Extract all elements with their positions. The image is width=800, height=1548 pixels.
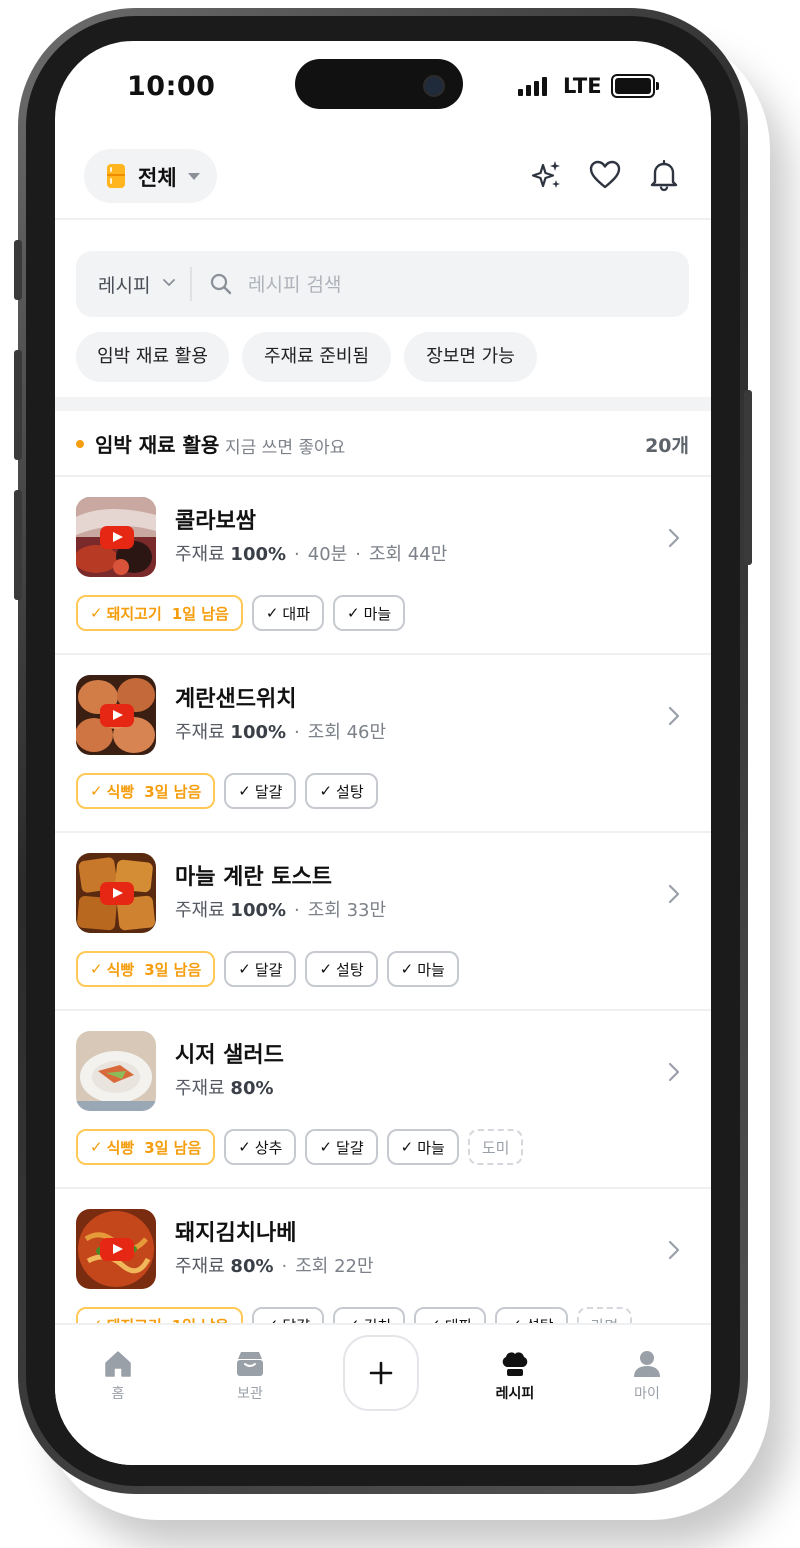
missing-ingredient-tag: 도미 (467, 1129, 524, 1165)
chevron-right-icon (668, 528, 680, 548)
recipe-name: 콜라보쌈 (175, 509, 256, 534)
chevron-right-icon (668, 706, 680, 726)
chef-hat-icon (502, 1352, 528, 1376)
tab-recipe[interactable]: 레시피 (475, 1349, 555, 1403)
recipe-thumbnail (76, 675, 156, 755)
recipe-card-2[interactable]: 계란샌드위치 주재료 100% · 조회 46만 ✓ 식빵 3일 남음 ✓ 달걀 ✓ 설탕 (55, 653, 711, 833)
ingredient-tag: ✓대파 (251, 595, 325, 631)
section-title: 임박 재료 활용 (95, 433, 220, 457)
search-icon (210, 273, 232, 295)
recipe-meta: 주재료 80% (175, 1078, 274, 1099)
sparkles-icon[interactable] (529, 157, 565, 193)
tab-bar: 홈 보관 레시피 마이 (55, 1323, 711, 1465)
youtube-play-icon (100, 704, 134, 727)
tab-my[interactable]: 마이 (607, 1349, 687, 1403)
recipe-thumbnail (76, 1209, 156, 1289)
ingredient-tag: ✓설탕 (305, 773, 378, 809)
expiring-tag: ✓ 식빵 3일 남음 (76, 773, 216, 809)
search-separator (190, 267, 192, 301)
chevron-right-icon (668, 884, 680, 904)
filter-chip-shopping[interactable]: 장보면 가능 (404, 332, 537, 382)
recipe-card-3[interactable]: 마늘 계란 토스트 주재료 100% · 조회 33만 ✓ 식빵 3일 남음 ✓ 달걀 ✓… (55, 831, 711, 1011)
recipe-thumbnail (76, 497, 156, 577)
plus-icon (369, 1361, 393, 1385)
ingredient-tag: ✓ 마늘 (386, 1129, 459, 1165)
chevron-down-icon (163, 279, 175, 286)
ingredient-tag: ✓ 상추 (224, 1129, 297, 1165)
battery-icon (611, 74, 659, 98)
network-label: LTE (563, 74, 602, 98)
storage-box-icon (237, 1352, 263, 1376)
ingredient-tag: ✓ 마늘 (333, 595, 406, 631)
search-bar: 레시피 (76, 251, 689, 317)
bell-icon[interactable] (646, 157, 682, 193)
chevron-right-icon (668, 1062, 680, 1082)
recipe-meta: 주재료 100% · 40분 · 조회 44만 (175, 544, 448, 565)
ingredient-tags: ✓ 식빵 3일 남음 ✓ 달걀 ✓ 설탕 ✓ 마늘 (76, 951, 459, 987)
recipe-meta: 주재료 80% · 조회 22만 (175, 1256, 374, 1277)
ingredient-tag: ✓달걀 (224, 773, 297, 809)
ingredient-tags: ✓ 식빵 3일 남음 ✓ 달걀 ✓ 설탕 (76, 773, 378, 809)
youtube-play-icon (100, 1238, 134, 1261)
ingredient-tags: ✓ 식빵 3일 남음 ✓ 상추 ✓ 달걀 ✓ 마늘 도미 (76, 1129, 524, 1165)
section-subtitle: 지금 쓰면 좋아요 (225, 438, 346, 458)
section-dot (76, 440, 84, 448)
recipe-card-1[interactable]: 콜라보쌈 주재료 100% · 40분 · 조회 44만 ✓ 돼지고기 1일 남음 ✓ 대파 … (55, 475, 711, 655)
expiring-tag: ✓ 식빵 3일 남음 (76, 951, 216, 987)
recipe-name: 시저 샐러드 (175, 1043, 284, 1068)
youtube-play-icon (100, 882, 134, 905)
device-power-button (744, 390, 752, 565)
recipe-name: 마늘 계란 토스트 (175, 865, 332, 890)
user-icon (634, 1351, 660, 1377)
search-type-select[interactable]: 레시피 (98, 271, 150, 298)
chevron-right-icon (668, 1240, 680, 1260)
ingredient-tag: ✓설탕 (305, 951, 378, 987)
status-time: 10:00 (127, 71, 216, 102)
home-icon (105, 1351, 131, 1377)
expiring-tag: ✓돼지고기1일 남음 (76, 595, 243, 631)
scope-selector[interactable]: 전체 (84, 149, 217, 203)
scope-label: 전체 (138, 166, 177, 190)
screen: 10:00 LTE 전체 레시피 레시피 검색 임박 재료 활용 주재료 준비됨… (55, 41, 711, 1465)
recipe-thumbnail (76, 853, 156, 933)
ingredient-tag: ✓달걀 (224, 951, 297, 987)
recipe-meta: 주재료 100% · 조회 33만 (175, 900, 387, 921)
tab-home[interactable]: 홈 (78, 1349, 158, 1403)
youtube-play-icon (100, 526, 134, 549)
device-volume-down (14, 490, 22, 600)
section-count: 20개 (645, 435, 689, 457)
header-divider (55, 218, 711, 220)
recipe-thumbnail (76, 1031, 156, 1111)
signal-icon (518, 77, 547, 96)
search-input[interactable] (246, 267, 670, 303)
heart-icon[interactable] (587, 157, 623, 193)
device-action-button (14, 240, 22, 300)
recipe-name: 돼지김치나베 (175, 1221, 297, 1246)
ingredient-tag: ✓ 마늘 (386, 951, 459, 987)
ingredient-tag: ✓달걀 (305, 1129, 378, 1165)
add-button[interactable] (343, 1335, 419, 1411)
recipe-meta: 주재료 100% · 조회 46만 (175, 722, 387, 743)
expiring-tag: ✓ 식빵 3일 남음 (76, 1129, 216, 1165)
fridge-icon (107, 164, 125, 188)
recipe-card-4[interactable]: 시저 샐러드 주재료 80% ✓ 식빵 3일 남음 ✓ 상추 ✓ 달걀 ✓ 마늘 도미 (55, 1009, 711, 1189)
filter-chip-main-ready[interactable]: 주재료 준비됨 (242, 332, 391, 382)
filter-chip-expiring[interactable]: 임박 재료 활용 (76, 332, 229, 382)
caret-down-icon (188, 173, 200, 180)
camera-icon (423, 75, 445, 97)
recipe-name: 계란샌드위치 (175, 687, 297, 712)
device-volume-up (14, 350, 22, 460)
section-separator (55, 397, 711, 411)
tab-storage[interactable]: 보관 (210, 1349, 290, 1403)
dynamic-island (295, 59, 463, 109)
ingredient-tags: ✓ 돼지고기 1일 남음 ✓ 대파 ✓ 마늘 (76, 595, 406, 631)
